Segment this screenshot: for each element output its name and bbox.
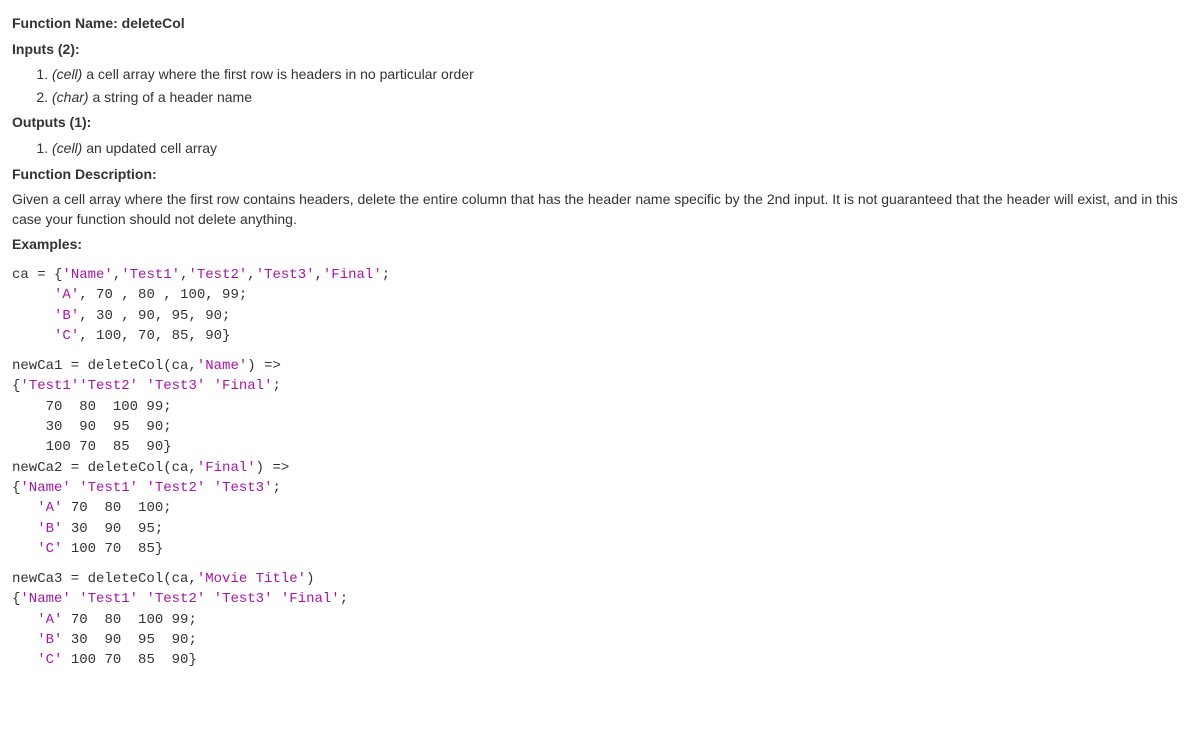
- input-item-2: (char) a string of a header name: [52, 88, 1188, 108]
- input-1-type: (cell): [52, 66, 82, 82]
- function-description-body: Given a cell array where the first row c…: [12, 190, 1188, 229]
- example-code-block-3: newCa3 = deleteCol(ca,'Movie Title') {'N…: [12, 569, 1188, 670]
- function-description-label: Function Description:: [12, 165, 1188, 185]
- output-1-type: (cell): [52, 140, 82, 156]
- outputs-label: Outputs (1):: [12, 113, 1188, 133]
- example-code-block-1: ca = {'Name','Test1','Test2','Test3','Fi…: [12, 265, 1188, 346]
- input-1-desc: a cell array where the first row is head…: [82, 66, 473, 82]
- output-item-1: (cell) an updated cell array: [52, 139, 1188, 159]
- examples-label: Examples:: [12, 235, 1188, 255]
- example-code-block-2: newCa1 = deleteCol(ca,'Name') => {'Test1…: [12, 356, 1188, 559]
- function-name-line: Function Name: deleteCol: [12, 14, 1188, 34]
- input-2-type: (char): [52, 89, 89, 105]
- function-name-label: Function Name:: [12, 15, 122, 31]
- inputs-label: Inputs (2):: [12, 40, 1188, 60]
- output-1-desc: an updated cell array: [82, 140, 217, 156]
- input-2-desc: a string of a header name: [89, 89, 252, 105]
- inputs-list: (cell) a cell array where the first row …: [12, 65, 1188, 107]
- function-name-value: deleteCol: [122, 15, 185, 31]
- outputs-list: (cell) an updated cell array: [12, 139, 1188, 159]
- input-item-1: (cell) a cell array where the first row …: [52, 65, 1188, 85]
